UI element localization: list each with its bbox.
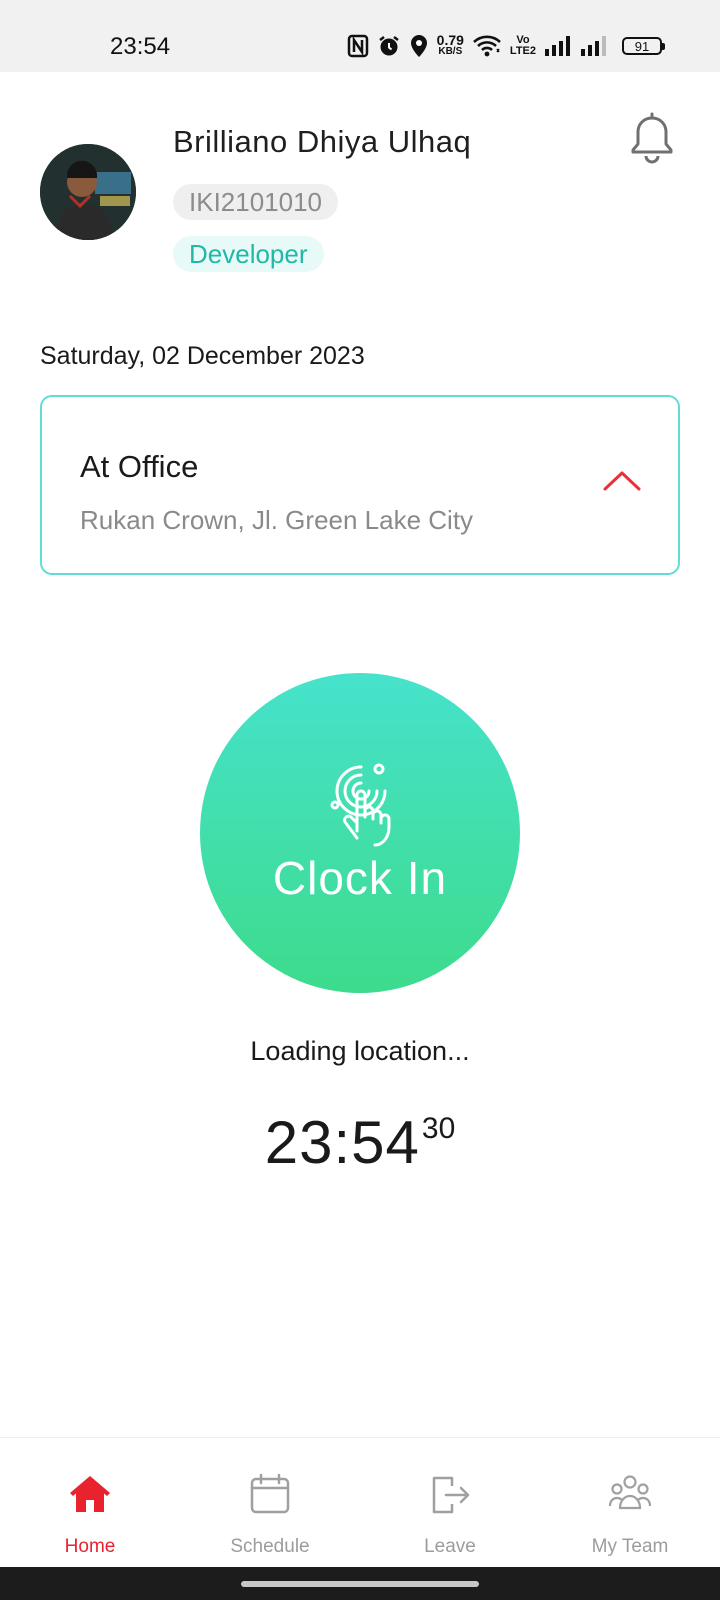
nav-item-schedule[interactable]: Schedule [180,1438,360,1568]
system-gesture-bar [0,1567,720,1600]
clock-in-button[interactable]: Clock In [200,673,520,993]
signal-strength-2-icon [580,35,608,57]
clock-hours-minutes: 23:54 [264,1109,420,1176]
location-title: At Office [80,449,199,484]
nav-item-my-team[interactable]: My Team [540,1438,720,1568]
net-speed-value: 0.79 [436,32,464,48]
nav-label-home: Home [64,1536,116,1557]
location-pin-icon [409,34,429,58]
team-icon [608,1472,652,1516]
bottom-navigation: Home Schedule Leave My Team [0,1437,720,1568]
employee-id-badge: IKI2101010 [173,184,339,220]
status-time: 23:54 [110,33,171,60]
alarm-icon [377,34,401,58]
nav-label-leave: Leave [424,1536,476,1557]
notification-bell-icon[interactable] [628,112,676,164]
network-speed: 0.79 KB/S [436,32,464,58]
user-name: Brilliano Dhiya Ulhaq [173,124,472,159]
location-address: Rukan Crown, Jl. Green Lake City [80,505,474,535]
live-clock: 23:5430 [0,1108,720,1177]
status-icons: 0.79 KB/S Vo LTE2 91 [347,30,665,62]
chevron-up-icon[interactable] [602,469,642,493]
calendar-icon [248,1472,292,1516]
clock-seconds: 30 [421,1112,456,1145]
volte-bottom: LTE2 [509,45,536,57]
nfc-icon [347,34,369,58]
nav-label-schedule: Schedule [230,1536,310,1557]
nav-item-leave[interactable]: Leave [360,1438,540,1568]
battery-indicator: 91 [622,37,665,55]
home-icon [68,1472,112,1516]
nav-item-home[interactable]: Home [0,1438,180,1568]
signal-strength-icon [544,35,572,57]
current-date: Saturday, 02 December 2023 [40,342,365,370]
wifi-icon [472,34,502,58]
status-bar: 23:54 0.79 KB/S Vo LTE2 91 [0,0,720,72]
location-status-text: Loading location... [250,1036,470,1066]
touch-fingerprint-icon [329,761,393,849]
exit-icon [428,1472,472,1516]
role-badge: Developer [173,236,324,272]
net-speed-unit: KB/S [438,46,463,57]
clock-in-label: Clock In [272,852,448,904]
avatar[interactable] [40,144,136,240]
location-card[interactable]: At Office Rukan Crown, Jl. Green Lake Ci… [40,395,680,575]
home-gesture-handle[interactable] [241,1581,479,1587]
volte-indicator: Vo LTE2 [510,35,536,57]
nav-label-my-team: My Team [591,1536,669,1557]
